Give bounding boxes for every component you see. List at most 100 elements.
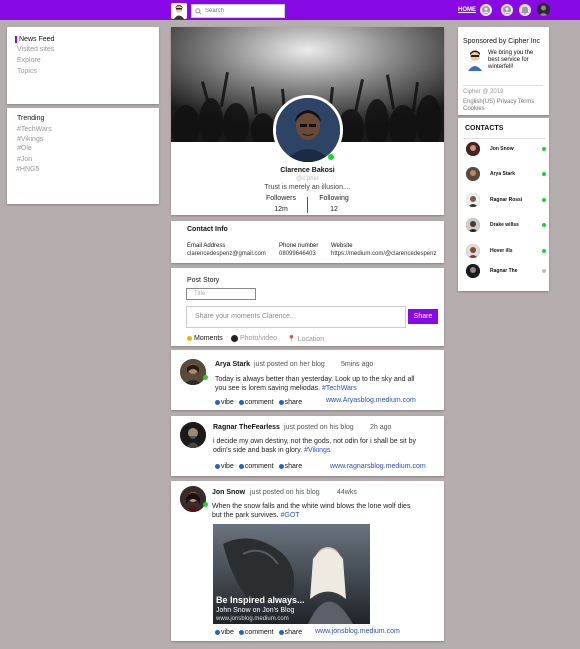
feed-post: Arya Stark just posted on her blog 5mins… [171, 350, 444, 410]
search-input[interactable] [205, 8, 275, 14]
image-caption-title: Be Inspired always... [216, 595, 305, 605]
notifications-icon[interactable] [519, 4, 531, 16]
share-post-button[interactable]: share [278, 629, 302, 636]
sponsor-title: Sponsored by Cipher Inc [463, 38, 541, 45]
email-label: Email Address [187, 243, 226, 249]
share-icon [278, 464, 284, 469]
location-pin-icon: 📍 [287, 336, 296, 343]
share-icon [278, 630, 284, 635]
sponsor-logo[interactable] [466, 49, 484, 71]
friends-icon[interactable] [501, 4, 513, 16]
online-status-dot [542, 172, 546, 176]
contact-item[interactable]: Jon Snow [466, 142, 550, 156]
blog-link[interactable]: www.ragnarsblog.medium.com [330, 463, 426, 470]
contact-avatar [466, 142, 480, 156]
feed-post: Jon Snow just posted on his blog 44wks W… [171, 481, 444, 641]
offline-status-dot [542, 269, 546, 273]
nav-item-news-feed[interactable]: News Feed [15, 36, 54, 43]
photo-video-label: Photo/video [240, 335, 277, 342]
contact-info-title: Contact Info [187, 226, 228, 233]
contact-item[interactable]: Arya Stark [466, 167, 550, 181]
cookies-link[interactable]: Cookies [463, 106, 485, 112]
photo-video-option[interactable]: Photo/video [231, 335, 277, 342]
post-time: 5mins ago [341, 361, 374, 368]
phone-value[interactable]: 08099646403 [279, 251, 316, 257]
avatar[interactable] [180, 486, 206, 512]
location-option[interactable]: 📍 Location [287, 335, 324, 344]
vibe-button[interactable]: vibe [215, 629, 234, 636]
user-avatar[interactable] [537, 3, 550, 16]
contact-item[interactable]: Drake willss [466, 218, 550, 232]
followers-count: 12m [274, 206, 288, 213]
contact-item[interactable]: Ragnar Rossi [466, 193, 550, 207]
comment-button[interactable]: comment [238, 399, 274, 406]
contact-avatar [466, 264, 480, 278]
moments-input[interactable]: Share your moments Clarence... [186, 306, 406, 328]
vibe-button[interactable]: vibe [215, 399, 234, 406]
blog-link[interactable]: www.Aryasblog.medium.com [326, 397, 416, 404]
moments-option[interactable]: Moments [187, 335, 223, 342]
post-image[interactable]: Be Inspired always... John Snow on Jon's… [213, 524, 370, 624]
phone-label: Phone number [279, 243, 319, 249]
contact-avatar [466, 218, 480, 232]
blog-link[interactable]: www.jonsblog.medium.com [315, 628, 400, 635]
vibe-icon [215, 630, 220, 635]
feed-post: Ragnar TheFearless just posted on his bl… [171, 416, 444, 476]
comment-icon [238, 464, 244, 469]
comment-button[interactable]: comment [238, 629, 274, 636]
post-action: just posted on his blog [250, 489, 320, 496]
trending-tag[interactable]: #Vikings [17, 136, 43, 143]
vibe-icon [215, 464, 220, 469]
post-author[interactable]: Ragnar TheFearless [213, 424, 280, 431]
avatar[interactable] [180, 422, 206, 448]
followers-label[interactable]: Followers [251, 195, 311, 202]
nav-item-explore[interactable]: Explore [17, 57, 41, 64]
post-story-card: Post Story Title Share your moments Clar… [171, 268, 444, 346]
trending-tag[interactable]: #TechWars [17, 126, 52, 133]
vibe-icon [215, 400, 220, 405]
post-hashtag[interactable]: #Vikings [304, 447, 330, 454]
post-text: Today is always better than yesterday. L… [215, 376, 415, 392]
website-value[interactable]: https://medium.com/@clarencedespenz [331, 251, 436, 257]
comment-button[interactable]: comment [238, 463, 274, 470]
share-icon [278, 400, 284, 405]
website-label: Website [331, 243, 353, 249]
share-post-button[interactable]: share [278, 463, 302, 470]
post-actions: vibe comment share [215, 629, 302, 636]
post-author[interactable]: Jon Snow [212, 489, 245, 496]
comment-icon [238, 630, 244, 635]
camera-icon [231, 335, 238, 342]
share-button[interactable]: Share [408, 309, 438, 324]
home-link[interactable]: HOME [458, 7, 476, 13]
messages-icon[interactable] [480, 4, 492, 16]
avatar[interactable] [180, 359, 206, 385]
nav-item-topics[interactable]: Topics [17, 68, 37, 75]
trending-tag[interactable]: #HNG5 [16, 166, 39, 173]
following-label[interactable]: Following [304, 195, 364, 202]
contact-item[interactable]: Ragnar The [466, 264, 550, 278]
contact-name: Jon Snow [490, 146, 514, 152]
post-hashtag[interactable]: #GOT [280, 512, 299, 519]
post-author[interactable]: Arya Stark [215, 361, 250, 368]
trending-title: Trending [17, 115, 45, 122]
post-hashtag[interactable]: #TechWars [322, 385, 357, 392]
footer-links[interactable]: English(US) Privacy Terms [463, 99, 534, 105]
contacts-title: CONTACTS [465, 125, 504, 132]
post-text: When the snow falls and the white wind b… [212, 503, 411, 519]
contact-item[interactable]: Hover illx [466, 244, 550, 258]
story-title-input[interactable]: Title [186, 288, 256, 300]
trending-tag[interactable]: #Ole [17, 145, 32, 152]
share-post-button[interactable]: share [278, 399, 302, 406]
profile-bio: Trust is merely an illusion.... [264, 184, 351, 191]
trending-tag[interactable]: #Jon [17, 156, 32, 163]
contacts-card: CONTACTS Jon Snow Arya Stark Ragnar Ross… [458, 118, 549, 291]
search-box[interactable] [191, 4, 285, 18]
logo-avatar-icon[interactable] [171, 3, 187, 19]
email-value[interactable]: clarencedespenz@gmail.com [187, 251, 266, 257]
vibe-button[interactable]: vibe [215, 463, 234, 470]
post-action: just posted on her blog [254, 361, 325, 368]
post-actions: vibe comment share [215, 399, 302, 406]
post-time: 2h ago [370, 424, 392, 431]
nav-item-visited-sites[interactable]: Visited sites [17, 46, 54, 53]
contact-name: Ragnar The [490, 268, 518, 274]
